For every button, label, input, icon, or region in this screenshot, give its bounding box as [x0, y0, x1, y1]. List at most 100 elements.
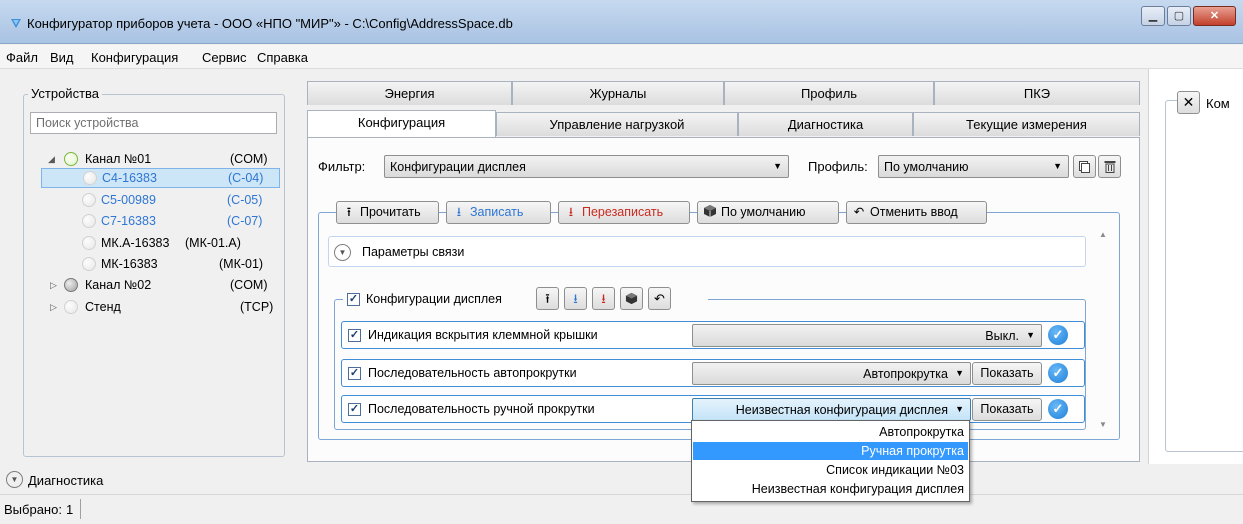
check-status-icon: ✓: [1048, 363, 1068, 383]
tab-journals[interactable]: Журналы: [512, 81, 724, 105]
param-checkbox[interactable]: ✓: [348, 367, 361, 380]
tab-current-measurements[interactable]: Текущие измерения: [913, 112, 1140, 136]
cube-icon: [702, 202, 718, 223]
right-panel-group: [1165, 100, 1243, 452]
download-icon: ⭳: [601, 291, 606, 306]
dropdown-option-unknown-display[interactable]: Неизвестная конфигурация дисплея: [693, 480, 968, 498]
maximize-button[interactable]: ▢: [1167, 6, 1191, 26]
param-row-autoscroll: ✓ Последовательность автопрокрутки Автоп…: [341, 359, 1085, 387]
param-name: Последовательность автопрокрутки: [368, 366, 577, 380]
title-bar: Конфигуратор приборов учета - ООО «НПО "…: [0, 0, 1243, 44]
chevron-down-icon[interactable]: ▼: [6, 471, 23, 488]
copy-icon: [1079, 161, 1090, 173]
display-config-checkbox[interactable]: ✓: [347, 293, 360, 306]
tree-item-mk[interactable]: МК-16383 (МК-01): [41, 254, 280, 274]
tree-item-c4[interactable]: С4-16383 (С-04): [41, 168, 280, 188]
rewrite-button[interactable]: ⭳ Перезаписать: [558, 201, 690, 224]
dropdown-option-manual-scroll[interactable]: Ручная прокрутка: [693, 442, 968, 460]
download-icon: ⭳: [456, 205, 462, 219]
tree-item-channel-01[interactable]: ◢ Канал №01 (COM): [30, 149, 280, 169]
group-write-button[interactable]: ⭳: [564, 287, 587, 310]
upload-icon: ⭱: [346, 205, 352, 219]
profile-select[interactable]: По умолчанию ▼: [878, 155, 1069, 178]
filter-select[interactable]: Конфигурации дисплея ▼: [384, 155, 789, 178]
param-name: Индикация вскрытия клеммной крышки: [368, 328, 598, 342]
group-undo-button[interactable]: ↶: [648, 287, 671, 310]
status-circle-icon: [82, 236, 96, 250]
delete-profile-button[interactable]: [1098, 155, 1121, 178]
status-circle-icon: [64, 300, 78, 314]
tree-item-c5[interactable]: С5-00989 (С-05): [41, 190, 280, 210]
dropdown-list: Автопрокрутка Ручная прокрутка Список ин…: [691, 420, 970, 502]
chevron-down-icon: ▼: [955, 368, 964, 378]
tab-profile[interactable]: Профиль: [724, 81, 934, 105]
tree-item-label: Канал №01: [85, 152, 152, 166]
diagnostics-expander[interactable]: ▼ Диагностика: [0, 469, 1243, 491]
scroll-down-icon[interactable]: ▼: [1099, 420, 1107, 429]
status-circle-icon: [83, 171, 97, 185]
undo-icon: ↶: [654, 291, 665, 306]
write-button[interactable]: ⭳ Записать: [446, 201, 551, 224]
tree-item-label: С4-16383: [102, 171, 157, 185]
menu-service[interactable]: Сервис: [202, 50, 247, 65]
tree-item-mka[interactable]: МК.А-16383 (МК-01.А): [41, 233, 280, 253]
param-value-select[interactable]: Выкл. ▼: [692, 324, 1042, 347]
tree-item-label: Стенд: [85, 300, 121, 314]
param-value-select[interactable]: Неизвестная конфигурация дисплея ▼: [692, 398, 971, 421]
show-button[interactable]: Показать: [972, 398, 1042, 421]
group-read-button[interactable]: ⭱: [536, 287, 559, 310]
undo-icon: ↶: [853, 205, 865, 219]
read-button[interactable]: ⭱ Прочитать: [336, 201, 439, 224]
trash-icon: [1104, 161, 1115, 173]
scrollbar[interactable]: ▲ ▼: [1095, 228, 1112, 436]
group-default-button[interactable]: [620, 287, 643, 310]
copy-profile-button[interactable]: [1073, 155, 1096, 178]
status-selected-count: 1: [66, 502, 74, 517]
dropdown-option-indication-list-03[interactable]: Список индикации №03: [693, 461, 968, 479]
default-button[interactable]: По умолчанию: [697, 201, 839, 224]
check-status-icon: ✓: [1048, 399, 1068, 419]
download-icon: ⭳: [573, 291, 578, 306]
tree-item-type: (COM): [230, 278, 268, 292]
tab-load-control[interactable]: Управление нагрузкой: [496, 112, 738, 136]
close-icon[interactable]: ✕: [1177, 91, 1200, 114]
close-button[interactable]: ✕: [1193, 6, 1236, 26]
menu-configuration[interactable]: Конфигурация: [91, 50, 178, 65]
status-bar: Выбрано: 1: [0, 494, 1243, 524]
chevron-down-icon[interactable]: ▼: [334, 244, 351, 261]
menu-help[interactable]: Справка: [257, 50, 308, 65]
tab-diagnostics[interactable]: Диагностика: [738, 112, 913, 136]
tab-configuration[interactable]: Конфигурация: [307, 110, 496, 137]
tree-item-label: С7-16383: [101, 214, 156, 228]
group-rewrite-button[interactable]: ⭳: [592, 287, 615, 310]
status-circle-icon: [82, 214, 96, 228]
minimize-button[interactable]: ▁: [1141, 6, 1165, 26]
right-panel-label: Ком: [1206, 96, 1230, 111]
collapsed-arrow-icon[interactable]: ▷: [50, 280, 57, 291]
tree-item-type: (С-05): [227, 193, 263, 207]
param-value: Автопрокрутка: [863, 367, 948, 381]
menu-file[interactable]: Файл: [6, 50, 38, 65]
param-checkbox[interactable]: ✓: [348, 329, 361, 342]
param-checkbox[interactable]: ✓: [348, 403, 361, 416]
tree-item-channel-02[interactable]: ▷ Канал №02 (COM): [30, 275, 280, 295]
expanded-arrow-icon[interactable]: ◢: [48, 154, 55, 165]
status-circle-icon: [64, 278, 78, 292]
tree-item-type: (С-04): [228, 171, 264, 185]
chevron-down-icon: ▼: [1026, 330, 1035, 340]
tree-item-stand[interactable]: ▷ Стенд (TCP): [30, 297, 280, 317]
device-search-input[interactable]: Поиск устройства: [30, 112, 277, 134]
connection-params-label: Параметры связи: [362, 245, 465, 259]
connection-params-expander[interactable]: ▼ Параметры связи: [328, 236, 1086, 267]
cancel-input-button[interactable]: ↶ Отменить ввод: [846, 201, 987, 224]
tab-pke[interactable]: ПКЭ: [934, 81, 1140, 105]
collapsed-arrow-icon[interactable]: ▷: [50, 302, 57, 313]
dropdown-option-autoscroll[interactable]: Автопрокрутка: [693, 423, 968, 441]
param-value-select[interactable]: Автопрокрутка ▼: [692, 362, 971, 385]
scroll-up-icon[interactable]: ▲: [1099, 230, 1107, 239]
menu-view[interactable]: Вид: [50, 50, 74, 65]
tree-item-c7[interactable]: С7-16383 (С-07): [41, 211, 280, 231]
tab-energy[interactable]: Энергия: [307, 81, 512, 105]
diagnostics-label: Диагностика: [28, 473, 104, 488]
show-button[interactable]: Показать: [972, 362, 1042, 385]
